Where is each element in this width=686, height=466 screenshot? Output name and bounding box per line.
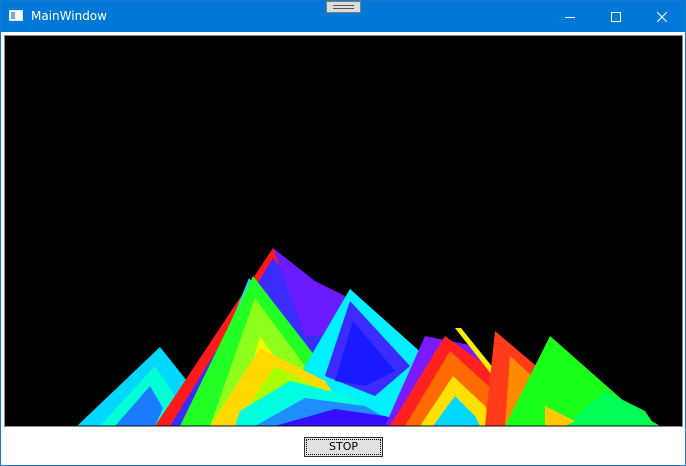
title-bar[interactable]: MainWindow: [1, 1, 685, 32]
close-button[interactable]: [639, 1, 685, 32]
maximize-button[interactable]: [593, 1, 639, 32]
minimize-button[interactable]: [547, 1, 593, 32]
mountain-art: [5, 36, 682, 426]
main-window: MainWindow STOP: [0, 0, 686, 466]
drawing-canvas[interactable]: [4, 35, 683, 427]
minimize-icon: [565, 16, 575, 18]
app-icon[interactable]: [9, 10, 23, 21]
close-icon: [657, 11, 667, 22]
client-area: STOP: [1, 32, 685, 465]
maximize-icon: [611, 11, 621, 22]
drag-handle-icon[interactable]: [326, 1, 361, 13]
window-title: MainWindow: [31, 9, 107, 23]
stop-button[interactable]: STOP: [304, 437, 383, 457]
